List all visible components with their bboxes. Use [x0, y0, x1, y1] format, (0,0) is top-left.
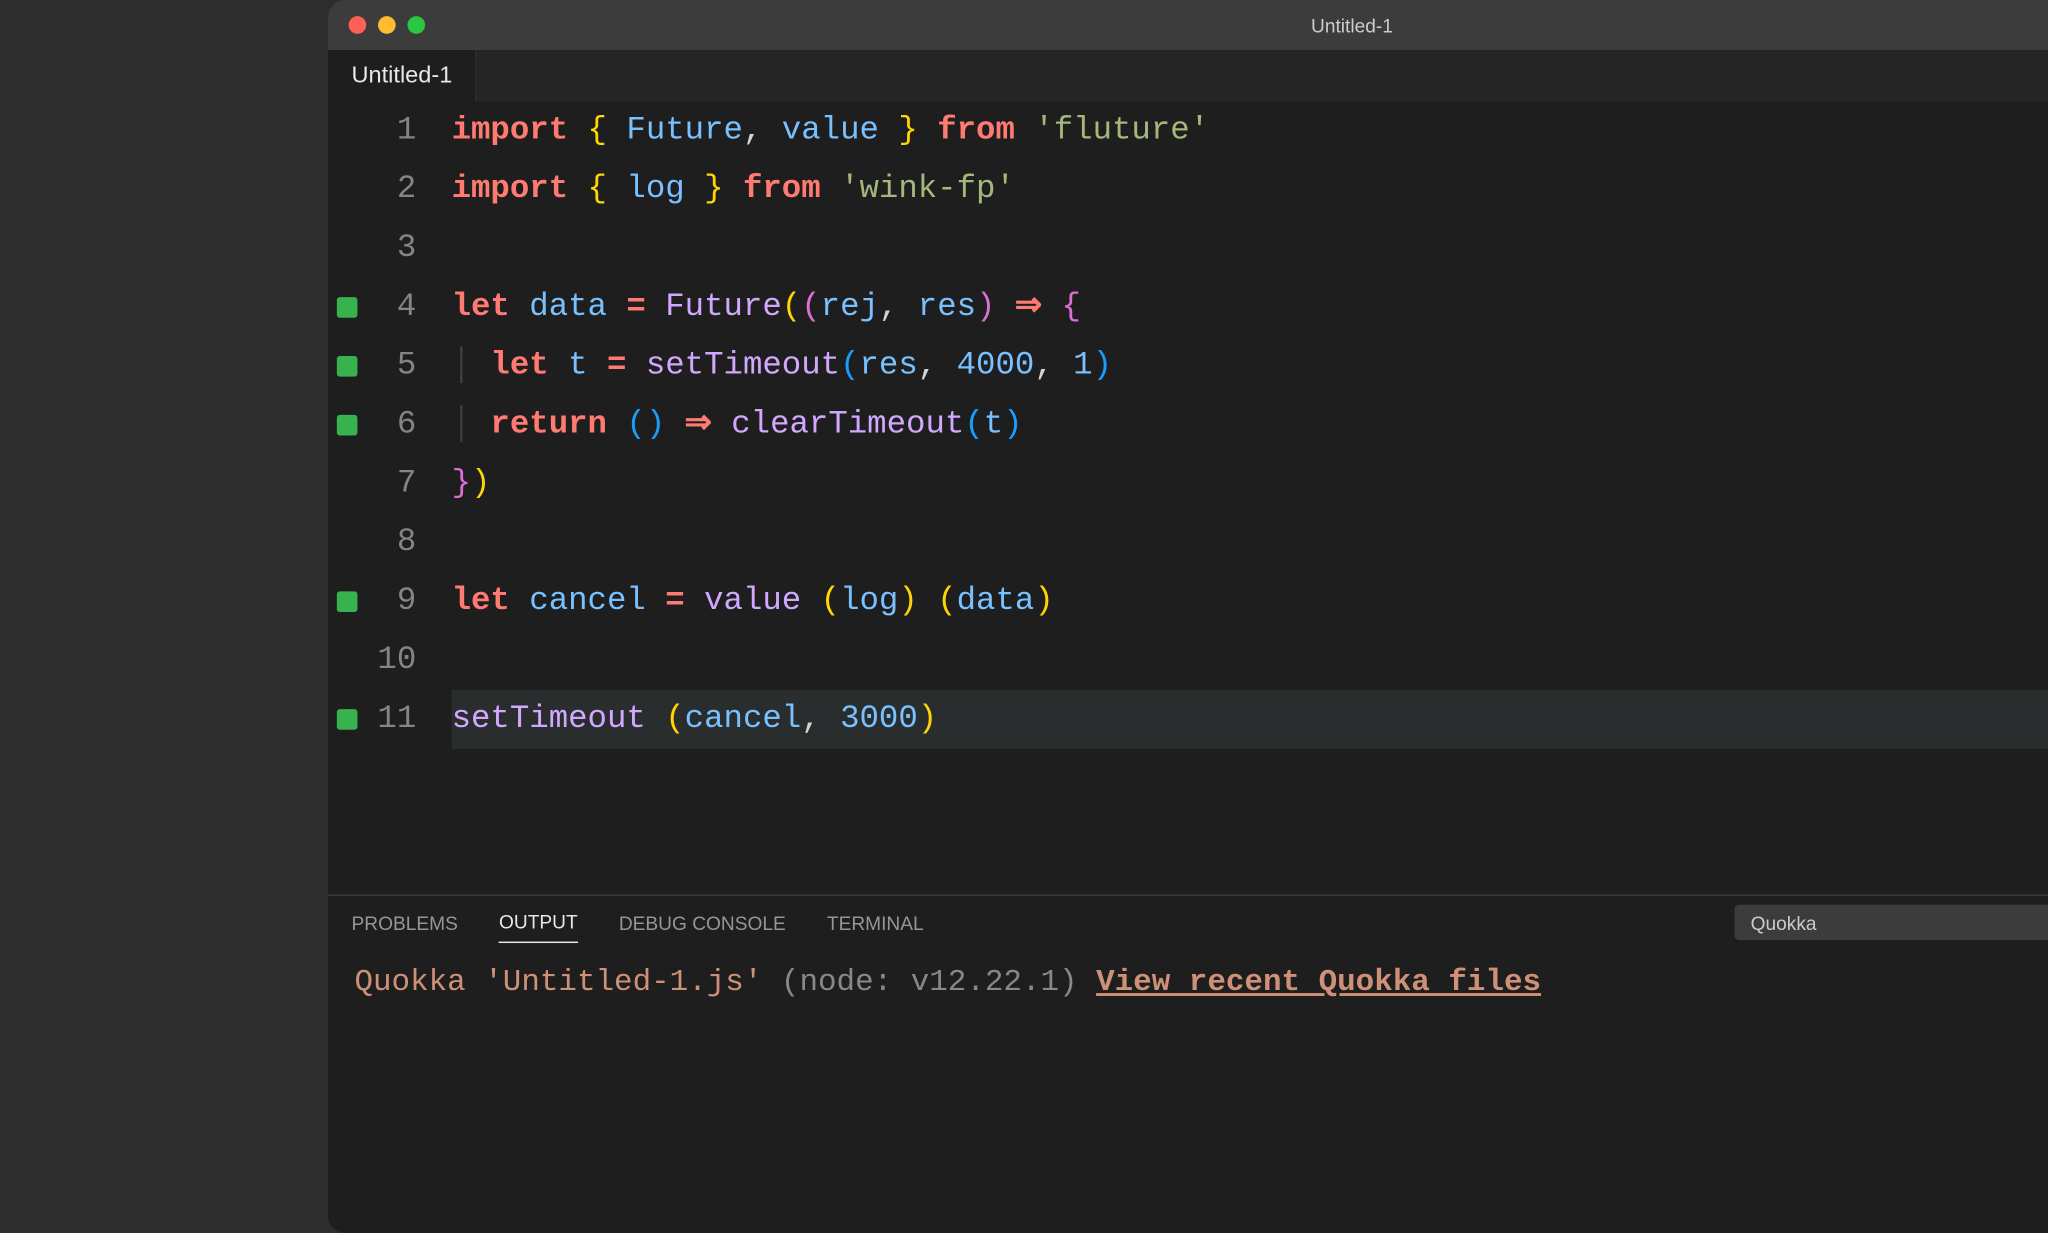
output-link[interactable]: View recent Quokka files	[1096, 967, 1541, 1001]
line-number: 2	[363, 160, 416, 219]
panel-tab-output[interactable]: OUTPUT	[499, 902, 578, 943]
code-editor[interactable]: 1234567891011 import { Future, value } f…	[328, 102, 2048, 895]
code-line[interactable]: let cancel = value (log) (data)	[452, 572, 2048, 631]
minimize-window-button[interactable]	[378, 16, 396, 34]
editor-window: Untitled-1 Untitled-1 ··· 1234567891011	[328, 0, 2048, 1233]
tab-bar: Untitled-1 ···	[328, 50, 2048, 101]
close-window-button[interactable]	[349, 16, 367, 34]
code-line[interactable]: import { Future, value } from 'fluture'	[452, 102, 2048, 161]
output-prefix: Quokka	[354, 967, 484, 1001]
gutter-marker-row	[328, 102, 363, 161]
line-number: 9	[363, 572, 416, 631]
gutter-marker-row	[328, 337, 363, 396]
bottom-panel: PROBLEMS OUTPUT DEBUG CONSOLE TERMINAL Q…	[328, 894, 2048, 1232]
window-title: Untitled-1	[1311, 14, 1393, 36]
gutter-marker-row	[328, 278, 363, 337]
gutter-marker-row	[328, 690, 363, 749]
output-body[interactable]: Quokka 'Untitled-1.js' (node: v12.22.1) …	[328, 949, 2048, 1020]
line-number: 5	[363, 337, 416, 396]
line-number: 7	[363, 455, 416, 514]
coverage-marker-icon	[337, 709, 358, 730]
code-line[interactable]	[452, 631, 2048, 690]
panel-tab-debug-console[interactable]: DEBUG CONSOLE	[619, 903, 786, 943]
output-channel-dropdown[interactable]: Quokka ⌄	[1734, 905, 2048, 940]
code-area[interactable]: import { Future, value } from 'fluture'i…	[452, 102, 2048, 895]
code-line[interactable]: let data = Future((rej, res) ⇒ {	[452, 278, 2048, 337]
gutter-marker-row	[328, 631, 363, 690]
line-number: 1	[363, 102, 416, 161]
code-line[interactable]: })	[452, 455, 2048, 514]
coverage-marker-icon	[337, 356, 358, 377]
code-line[interactable]	[452, 513, 2048, 572]
panel-actions: Quokka ⌄	[1734, 905, 2048, 940]
titlebar: Untitled-1	[328, 0, 2048, 50]
gutter-marker-row	[328, 160, 363, 219]
line-number: 4	[363, 278, 416, 337]
tab-label: Untitled-1	[352, 63, 453, 89]
gutter-marker-row	[328, 219, 363, 278]
line-numbers: 1234567891011	[363, 102, 451, 895]
line-number: 8	[363, 513, 416, 572]
line-number: 6	[363, 396, 416, 455]
traffic-lights	[349, 16, 426, 34]
code-line[interactable]	[452, 219, 2048, 278]
output-filename: 'Untitled-1.js'	[484, 967, 762, 1001]
line-number: 11	[363, 690, 416, 749]
gutter-marker-row	[328, 455, 363, 514]
panel-tabs: PROBLEMS OUTPUT DEBUG CONSOLE TERMINAL Q…	[328, 896, 2048, 949]
gutter-marker-row	[328, 572, 363, 631]
coverage-marker-icon	[337, 415, 358, 436]
maximize-window-button[interactable]	[407, 16, 425, 34]
line-number: 10	[363, 631, 416, 690]
panel-tab-problems[interactable]: PROBLEMS	[352, 903, 458, 943]
code-line[interactable]: │ let t = setTimeout(res, 4000, 1)	[452, 337, 2048, 396]
gutter-markers	[328, 102, 363, 895]
line-number: 3	[363, 219, 416, 278]
coverage-marker-icon	[337, 591, 358, 612]
dropdown-value: Quokka	[1751, 911, 1817, 933]
code-line[interactable]: import { log } from 'wink-fp'	[452, 160, 2048, 219]
coverage-marker-icon	[337, 297, 358, 318]
editor-tab[interactable]: Untitled-1	[328, 50, 477, 101]
gutter-marker-row	[328, 513, 363, 572]
code-line[interactable]: │ return () ⇒ clearTimeout(t)	[452, 396, 2048, 455]
gutter-marker-row	[328, 396, 363, 455]
code-line[interactable]: setTimeout (cancel, 3000)	[452, 690, 2048, 749]
output-node-version: (node: v12.22.1)	[762, 967, 1096, 1001]
panel-tab-terminal[interactable]: TERMINAL	[827, 903, 924, 943]
